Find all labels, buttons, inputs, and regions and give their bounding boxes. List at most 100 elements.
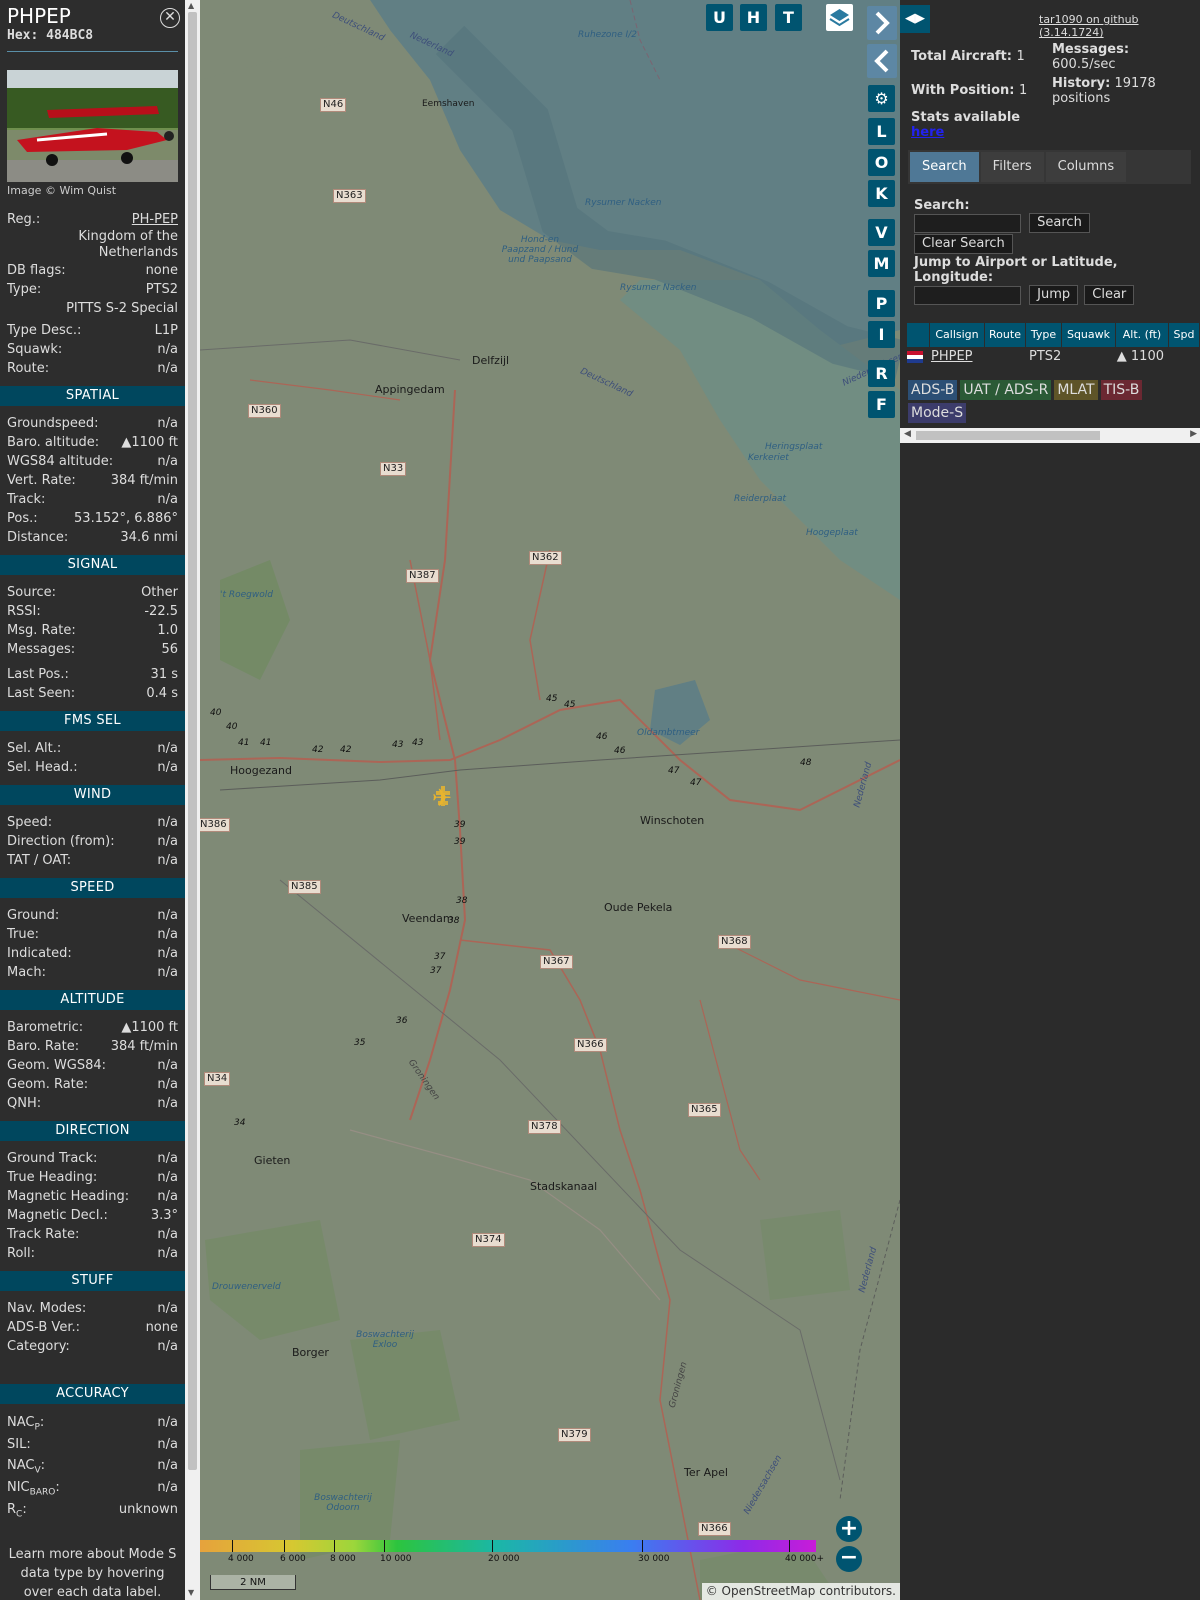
search-label: Search: [914, 198, 970, 213]
col-altitude[interactable]: Alt. (ft) [1116, 323, 1168, 347]
source-tag-uat-ads-r[interactable]: UAT / ADS-R [960, 380, 1052, 400]
town-label: Borger [292, 1346, 329, 1359]
registration-link[interactable]: PH-PEP [132, 210, 178, 229]
stats-link[interactable]: here [911, 125, 944, 140]
stuff-label[interactable]: ADS-B Ver.: [7, 1318, 80, 1337]
zoom-in-button[interactable]: + [836, 1516, 862, 1542]
speed-label[interactable]: Indicated: [7, 944, 72, 963]
spatial-label[interactable]: Track: [7, 490, 45, 509]
fmssel-label[interactable]: Sel. Alt.: [7, 739, 61, 758]
toggle-l-button[interactable]: L [868, 118, 895, 145]
col-flag[interactable] [907, 323, 929, 347]
toggle-t-button[interactable]: T [775, 4, 802, 31]
spatial-label[interactable]: Baro. altitude: [7, 433, 99, 452]
signal-label[interactable]: Source: [7, 583, 56, 602]
signal-label[interactable]: Messages: [7, 640, 75, 659]
direction-label[interactable]: Magnetic Decl.: [7, 1206, 108, 1225]
spatial-label[interactable]: Pos.: [7, 509, 38, 528]
wind-label[interactable]: Direction (from): [7, 832, 115, 851]
spatial-label[interactable]: Distance: [7, 528, 68, 547]
signal2-label[interactable]: Last Seen: [7, 684, 75, 703]
source-tag-mode-s[interactable]: Mode-S [908, 403, 967, 423]
github-link[interactable]: tar1090 on github (3.14.1724) [1039, 13, 1200, 39]
signal-label[interactable]: RSSI: [7, 602, 41, 621]
spatial-label[interactable]: Groundspeed: [7, 414, 98, 433]
nacv-value: n/a [157, 1458, 178, 1473]
close-icon[interactable]: ✕ [160, 8, 180, 28]
toggle-u-button[interactable]: U [706, 4, 733, 31]
km-marker: 45 [546, 694, 558, 704]
spatial-value: 53.152°, 6.886° [74, 511, 178, 526]
speed-label[interactable]: True: [7, 925, 39, 944]
col-speed[interactable]: Spd [1169, 323, 1199, 347]
tab-filters[interactable]: Filters [980, 152, 1044, 182]
toggle-k-button[interactable]: K [868, 180, 895, 207]
col-callsign[interactable]: Callsign [930, 323, 984, 347]
col-squawk[interactable]: Squawk [1062, 323, 1115, 347]
row-callsign[interactable]: PHPEP [929, 347, 984, 367]
toggle-o-button[interactable]: O [868, 149, 895, 176]
source-tag-mlat[interactable]: MLAT [1054, 380, 1098, 400]
aircraft-photo[interactable] [7, 70, 178, 182]
altitude-label[interactable]: Baro. Rate: [7, 1037, 79, 1056]
toggle-p-button[interactable]: P [868, 290, 895, 317]
wind-label[interactable]: Speed: [7, 813, 52, 832]
aircraft-marker-icon[interactable]: ✈ [428, 786, 456, 810]
table-scrollbar[interactable]: ◀ ▶ [900, 428, 1200, 443]
col-type[interactable]: Type [1026, 323, 1061, 347]
altitude-label[interactable]: Geom. Rate: [7, 1075, 88, 1094]
altitude-label[interactable]: Geom. WGS84: [7, 1056, 106, 1075]
jump-button[interactable]: Jump [1029, 285, 1079, 305]
speed-value: n/a [157, 927, 178, 942]
expand-icon[interactable]: ◀▶ [900, 5, 930, 33]
chevron-right-icon[interactable] [867, 6, 897, 40]
direction-label[interactable]: Ground Track: [7, 1149, 97, 1168]
jump-input[interactable] [914, 285, 1021, 305]
toggle-h-button[interactable]: H [740, 4, 767, 31]
toggle-v-button[interactable]: V [868, 219, 895, 246]
left-scrollbar[interactable]: ▲ ▼ [185, 0, 200, 1600]
source-tag-ads-b[interactable]: ADS-B [908, 380, 958, 400]
fmssel-label[interactable]: Sel. Head.: [7, 758, 78, 777]
clear-search-button[interactable]: Clear Search [914, 234, 1013, 254]
tab-search[interactable]: Search [910, 152, 979, 182]
direction-label[interactable]: Roll: [7, 1244, 35, 1263]
signal-label[interactable]: Msg. Rate: [7, 621, 76, 640]
wind-value: n/a [157, 853, 178, 868]
toggle-i-button[interactable]: I [868, 321, 895, 348]
clear-button[interactable]: Clear [1084, 285, 1135, 305]
map-view[interactable]: ✈ Delfzijl Appingedam Hoogezand Winschot… [200, 0, 900, 1600]
town-label: Eemshaven [422, 99, 475, 109]
tab-columns[interactable]: Columns [1045, 152, 1127, 182]
chevron-left-icon[interactable] [867, 44, 897, 78]
stuff-label[interactable]: Category: [7, 1337, 70, 1356]
direction-label[interactable]: Track Rate: [7, 1225, 79, 1244]
signal2-label[interactable]: Last Pos.: [7, 665, 69, 684]
layers-icon[interactable] [826, 4, 853, 31]
table-row[interactable]: PHPEP PTS2 ▲ 1100 [907, 347, 1200, 367]
search-button[interactable]: Search [1029, 213, 1090, 233]
col-route[interactable]: Route [985, 323, 1025, 347]
map-attribution[interactable]: © OpenStreetMap contributors. [701, 1583, 900, 1600]
speed-label[interactable]: Ground: [7, 906, 59, 925]
source-tag-tis-b[interactable]: TIS-B [1100, 380, 1143, 400]
speed-label[interactable]: Mach: [7, 963, 46, 982]
toggle-m-button[interactable]: M [868, 250, 895, 277]
search-input[interactable] [914, 213, 1021, 233]
toggle-r-button[interactable]: R [868, 360, 895, 387]
altitude-label[interactable]: QNH: [7, 1094, 41, 1113]
direction-label[interactable]: True Heading: [7, 1168, 97, 1187]
spatial-row: Vert. Rate: 384 ft/min [0, 471, 185, 490]
stuff-label[interactable]: Nav. Modes: [7, 1299, 86, 1318]
altitude-row: QNH: n/a [0, 1094, 185, 1113]
toggle-f-button[interactable]: F [868, 391, 895, 418]
wind-label[interactable]: TAT / OAT: [7, 851, 71, 870]
gear-icon[interactable]: ⚙ [868, 85, 895, 112]
altitude-label[interactable]: Barometric: [7, 1018, 83, 1037]
zoom-out-button[interactable]: − [836, 1546, 862, 1572]
spatial-label[interactable]: WGS84 altitude: [7, 452, 113, 471]
direction-label[interactable]: Magnetic Heading: [7, 1187, 129, 1206]
water-label: Rysumer Nacken [620, 283, 697, 293]
water-label: 't Roegwold [220, 590, 273, 600]
spatial-label[interactable]: Vert. Rate: [7, 471, 76, 490]
